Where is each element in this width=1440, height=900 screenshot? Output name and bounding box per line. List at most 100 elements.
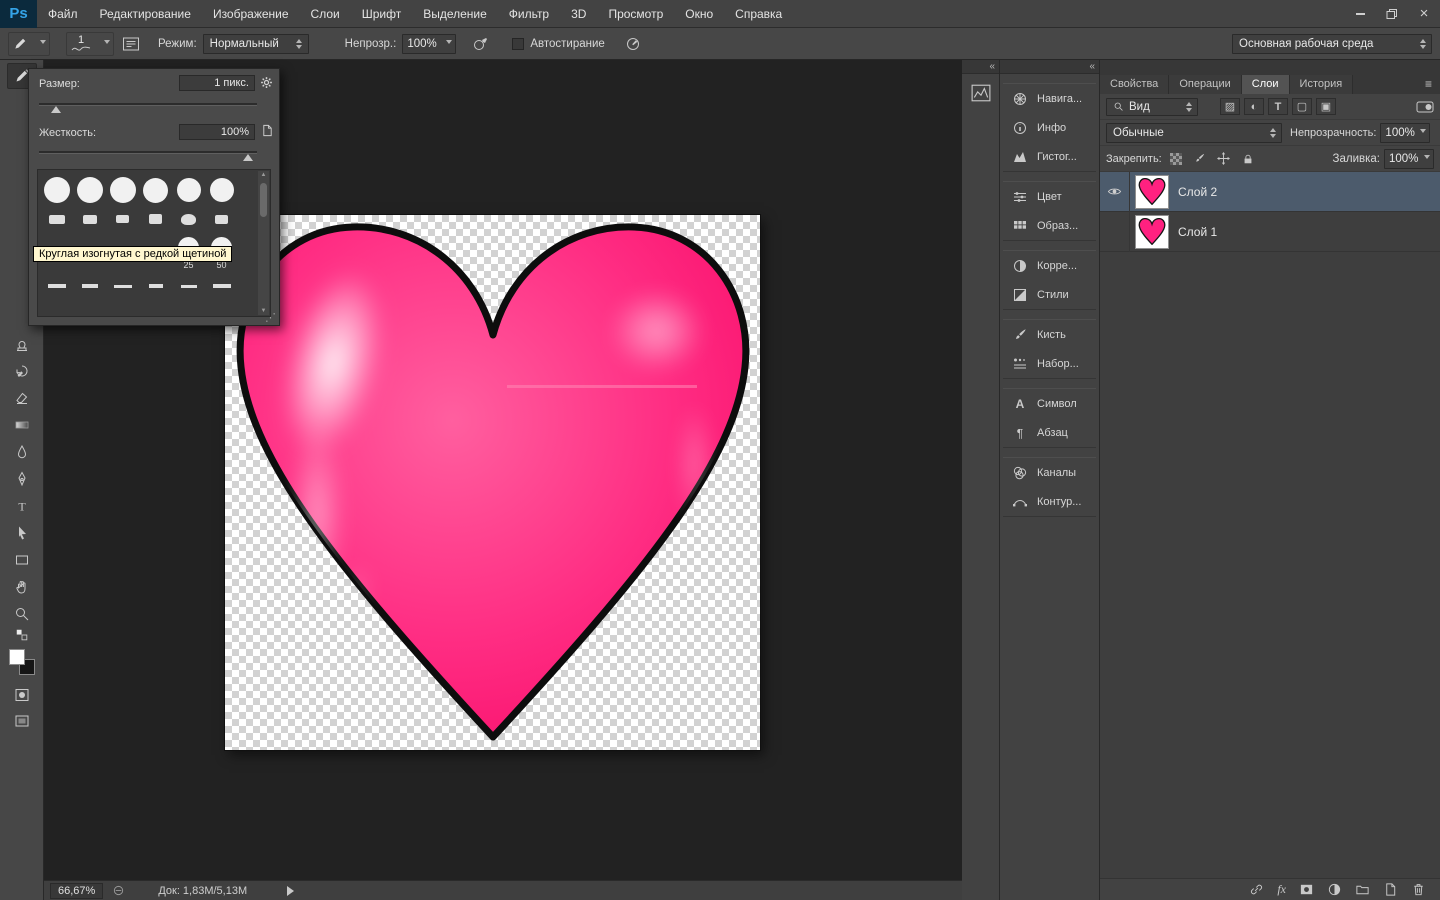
menu-view[interactable]: Просмотр — [597, 0, 674, 28]
quick-mask-button[interactable] — [7, 682, 37, 708]
path-selection-tool[interactable] — [7, 520, 37, 546]
auto-erase-checkbox[interactable] — [512, 38, 524, 50]
brush-preset[interactable] — [73, 208, 106, 230]
preset-grid-scrollbar[interactable]: ▲ ▼ — [258, 171, 269, 315]
visibility-toggle-empty[interactable] — [1100, 212, 1130, 252]
tab-actions[interactable]: Операции — [1169, 75, 1241, 94]
dock-item-navigator[interactable]: Навига... — [1003, 84, 1096, 113]
brush-preset[interactable] — [73, 275, 106, 297]
layer-name[interactable]: Слой 2 — [1178, 185, 1217, 199]
filter-adjustment-layers-icon[interactable]: ◐ — [1244, 98, 1264, 115]
visibility-eye-icon[interactable] — [1100, 172, 1130, 212]
brush-preset[interactable] — [139, 208, 172, 230]
brush-preset[interactable] — [172, 208, 205, 230]
menu-help[interactable]: Справка — [724, 0, 793, 28]
layer-thumbnail[interactable] — [1135, 215, 1169, 249]
minimize-button[interactable] — [1344, 0, 1376, 28]
menu-edit[interactable]: Редактирование — [89, 0, 202, 28]
lock-pixels-icon[interactable] — [1190, 150, 1210, 168]
menu-file[interactable]: Файл — [37, 0, 89, 28]
hardness-slider[interactable] — [39, 151, 257, 154]
restore-button[interactable] — [1376, 0, 1408, 28]
color-swatches[interactable] — [7, 646, 37, 678]
tab-history[interactable]: История — [1290, 75, 1354, 94]
expand-strip-button[interactable]: « — [962, 60, 999, 74]
filter-shape-layers-icon[interactable]: ▢ — [1292, 98, 1312, 115]
layer-filter-dropdown[interactable]: Вид — [1106, 98, 1198, 116]
clone-stamp-tool[interactable] — [7, 332, 37, 358]
brush-preset[interactable] — [205, 208, 238, 230]
gradient-tool[interactable] — [7, 412, 37, 438]
dock-item-channels[interactable]: Каналы — [1003, 458, 1096, 487]
brush-preset[interactable] — [139, 275, 172, 297]
layer-thumbnail[interactable] — [1135, 175, 1169, 209]
size-slider-thumb[interactable] — [51, 106, 61, 113]
menu-window[interactable]: Окно — [674, 0, 724, 28]
brush-preset-picker[interactable]: 1 — [66, 32, 114, 56]
menu-layers[interactable]: Слои — [300, 0, 351, 28]
dock-item-histogram[interactable]: Гистог... — [1003, 142, 1096, 171]
brush-preset[interactable] — [106, 275, 139, 297]
zoom-tool[interactable] — [7, 601, 37, 627]
filter-pixel-layers-icon[interactable]: ▨ — [1220, 98, 1240, 115]
gear-icon[interactable] — [259, 75, 274, 90]
tablet-pressure-icon[interactable] — [472, 36, 490, 52]
layer-style-fx-icon[interactable]: fx — [1277, 882, 1286, 897]
layer-name[interactable]: Слой 1 — [1178, 225, 1217, 239]
layer-row-sloy2[interactable]: Слой 2 — [1100, 172, 1440, 212]
close-button[interactable]: × — [1408, 0, 1440, 28]
shape-tool[interactable] — [7, 547, 37, 573]
dock-item-paragraph[interactable]: ¶ Абзац — [1003, 418, 1096, 447]
tool-preset-picker[interactable] — [8, 32, 50, 56]
popup-resize-grip[interactable]: ⋰ — [265, 311, 276, 324]
brush-preset[interactable] — [106, 174, 139, 206]
dock-item-swatches[interactable]: Образ... — [1003, 211, 1096, 240]
menu-filter[interactable]: Фильтр — [498, 0, 560, 28]
new-layer-icon[interactable] — [1383, 882, 1398, 897]
dock-item-color[interactable]: Цвет — [1003, 182, 1096, 211]
dock-item-brush[interactable]: Кисть — [1003, 320, 1096, 349]
dock-item-adjustments[interactable]: Корре... — [1003, 251, 1096, 280]
foreground-color-swatch[interactable] — [9, 649, 25, 665]
brush-preset[interactable] — [106, 208, 139, 230]
lock-transparency-icon[interactable] — [1166, 150, 1186, 168]
lock-all-icon[interactable] — [1238, 150, 1258, 168]
add-mask-icon[interactable] — [1299, 882, 1314, 897]
brush-preset[interactable] — [205, 275, 238, 297]
menu-select[interactable]: Выделение — [412, 0, 498, 28]
type-tool[interactable]: T — [7, 493, 37, 519]
eraser-tool[interactable] — [7, 385, 37, 411]
menu-image[interactable]: Изображение — [202, 0, 300, 28]
zoom-level[interactable]: 66,67% — [50, 883, 103, 899]
history-brush-tool[interactable] — [7, 358, 37, 384]
opacity-select[interactable]: 100% — [402, 34, 456, 54]
menu-3d[interactable]: 3D — [560, 0, 597, 28]
smoothing-icon[interactable] — [625, 36, 641, 52]
blend-mode-select[interactable]: Нормальный — [203, 34, 309, 54]
lock-position-icon[interactable] — [1214, 150, 1234, 168]
hand-tool[interactable] — [7, 574, 37, 600]
status-flyout-arrow-icon[interactable] — [287, 886, 294, 896]
brush-preset[interactable] — [139, 174, 172, 206]
new-preset-icon[interactable] — [261, 124, 274, 137]
brush-preset[interactable] — [73, 174, 106, 206]
toggle-brush-panel-icon[interactable] — [122, 36, 140, 52]
brush-preset[interactable] — [40, 275, 73, 297]
collapsed-panel-icon[interactable] — [969, 84, 993, 104]
document-canvas[interactable] — [225, 215, 760, 750]
blur-tool[interactable] — [7, 439, 37, 465]
dock-item-paths[interactable]: Контур... — [1003, 487, 1096, 516]
filter-toggle-icon[interactable] — [1416, 101, 1434, 113]
menu-type[interactable]: Шрифт — [351, 0, 412, 28]
workspace-select[interactable]: Основная рабочая среда — [1232, 34, 1432, 54]
panel-menu-icon[interactable]: ≡ — [1417, 75, 1440, 94]
size-slider[interactable] — [39, 103, 257, 106]
brush-preset[interactable] — [172, 174, 205, 206]
link-layers-icon[interactable] — [1249, 882, 1264, 897]
dock-item-styles[interactable]: Стили — [1003, 280, 1096, 309]
pen-tool[interactable] — [7, 466, 37, 492]
dock-item-info[interactable]: Инфо — [1003, 113, 1096, 142]
dock-item-character[interactable]: A Символ — [1003, 389, 1096, 418]
hardness-slider-thumb[interactable] — [243, 154, 253, 161]
default-colors-icon[interactable] — [7, 626, 37, 644]
